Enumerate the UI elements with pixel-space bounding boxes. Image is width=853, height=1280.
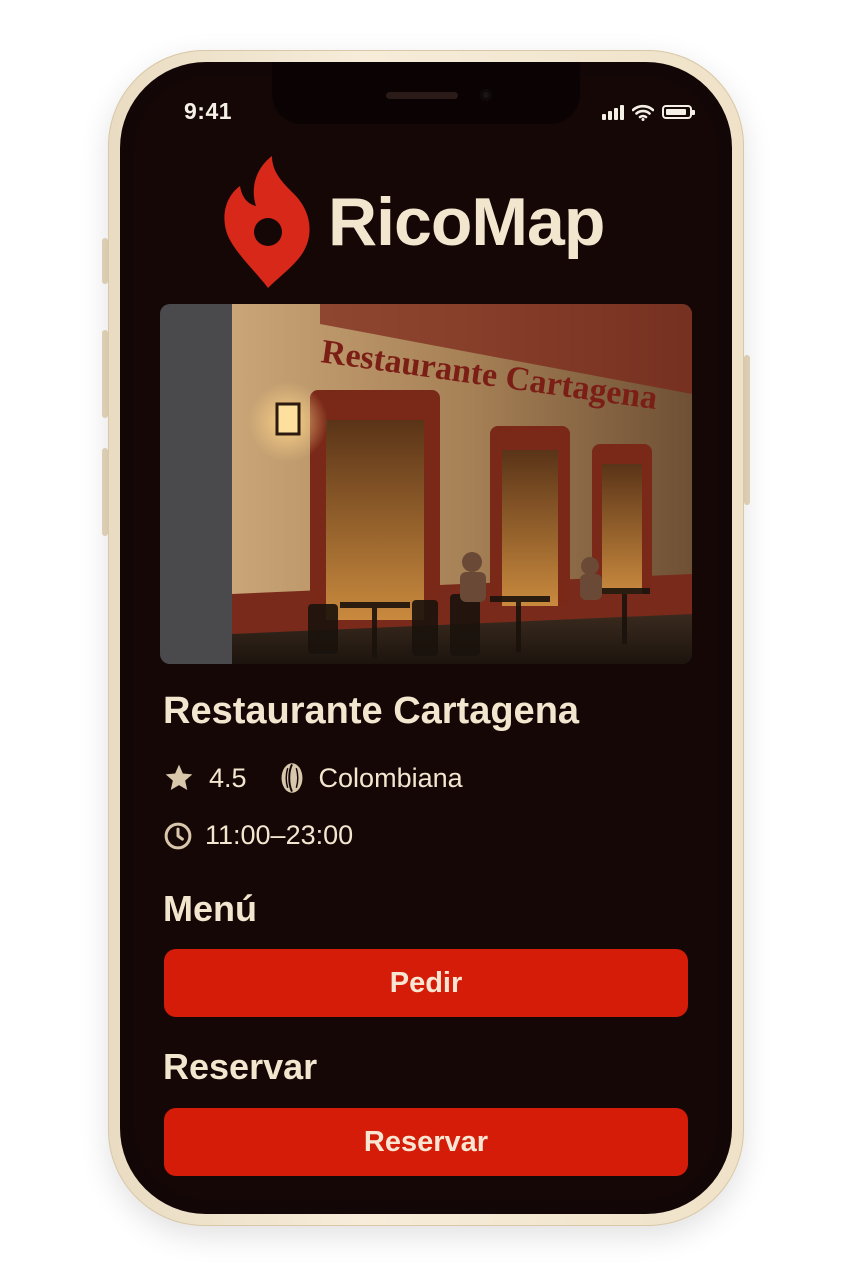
restaurant-name: Restaurante Cartagena (163, 690, 580, 732)
flame-pin-icon (224, 156, 310, 288)
rating-value: 4.5 (209, 762, 247, 793)
reserve-button[interactable]: Reservar (164, 1108, 688, 1176)
cuisine-type: Colombiana (318, 762, 463, 793)
menu-heading: Menú (163, 888, 257, 929)
cacao-bean-icon (281, 763, 303, 793)
status-icons (602, 102, 695, 122)
rating-cuisine-row: 4.5 Colombiana (163, 762, 463, 794)
order-button[interactable]: Pedir (164, 949, 688, 1017)
status-time: 9:41 (184, 98, 233, 124)
wifi-icon (632, 104, 654, 121)
clock-icon (164, 822, 192, 849)
page: 9:41 RicoMap Restaurante Cartagena Resta… (0, 0, 853, 1280)
restaurant-photo-illustration: Restaurante Cartagena (160, 304, 692, 664)
opening-hours: 11:00–23:00 (205, 820, 354, 850)
hours-row: 11:00–23:00 (163, 820, 353, 851)
battery-icon (662, 105, 695, 119)
reserve-heading: Reservar (163, 1046, 318, 1087)
phone-screen: 9:41 RicoMap Restaurante Cartagena Resta… (120, 62, 732, 1214)
star-icon (165, 764, 193, 790)
app-logo: RicoMap (222, 154, 605, 290)
signal-icon (602, 104, 624, 120)
speaker-grille (386, 92, 458, 99)
brand-name: RicoMap (328, 184, 605, 260)
power-button (744, 355, 750, 505)
restaurant-photo[interactable]: Restaurante Cartagena (160, 304, 692, 664)
front-camera (480, 89, 492, 101)
